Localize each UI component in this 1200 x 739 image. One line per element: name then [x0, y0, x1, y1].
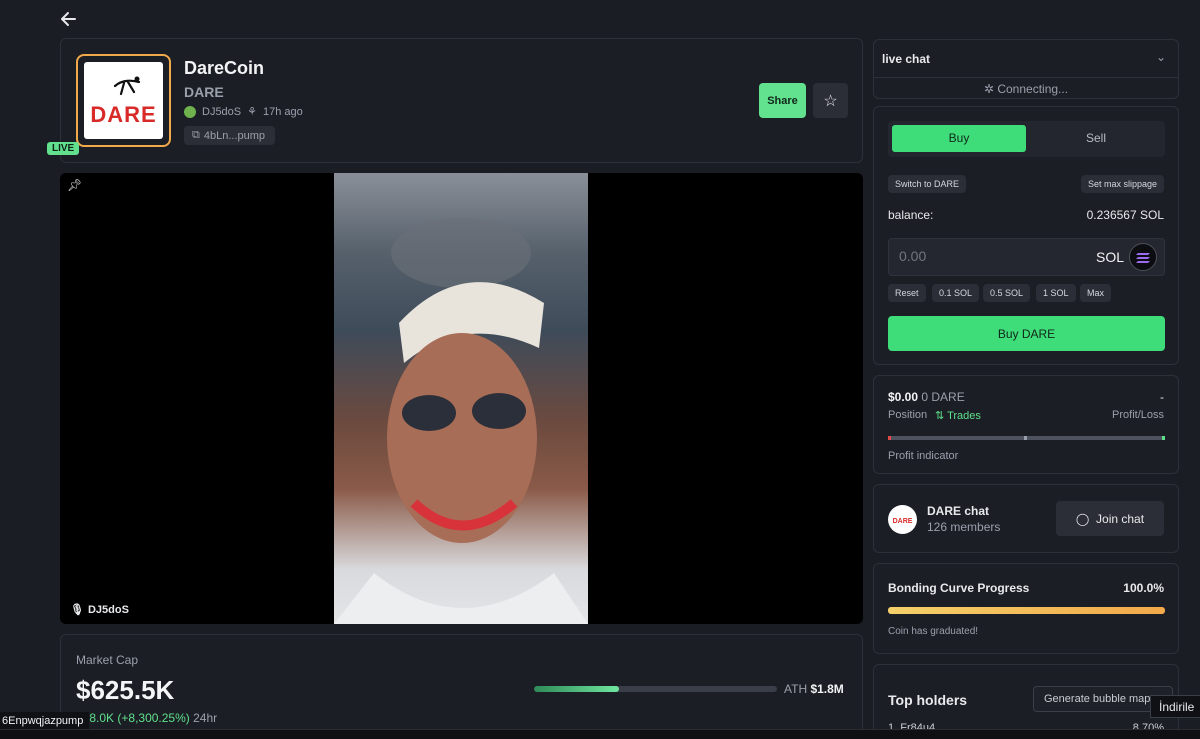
tab-buy[interactable]: Buy — [892, 125, 1026, 152]
group-avatar: DARE — [888, 505, 917, 534]
coin-ticker: DARE — [184, 84, 224, 100]
spinner-icon: ✲ — [983, 82, 994, 96]
profit-indicator-bar — [888, 436, 1165, 440]
bonding-curve-panel: Bonding Curve Progress 100.0% Coin has g… — [873, 563, 1179, 654]
list-icon: ⇅ — [935, 410, 945, 422]
microphone-icon: 🎙︎ — [70, 604, 84, 616]
live-chat-title: live chat — [882, 52, 931, 66]
coin-name: DareCoin — [184, 58, 265, 78]
position-label: Position — [888, 409, 928, 421]
streamer-label: 🎙︎ DJ5doS — [70, 603, 129, 617]
switch-token-button[interactable]: Switch to DARE — [888, 175, 967, 193]
position-value: $0.00 0 DARE — [888, 390, 965, 404]
trade-panel: Buy Sell Switch to DARE Set max slippage… — [873, 106, 1179, 365]
sprout-icon: ⚘ — [247, 106, 258, 118]
streamer-name: DJ5doS — [87, 603, 129, 616]
ath-value: $1.8M — [810, 682, 844, 696]
quick-0.5-sol-button[interactable]: 0.5 SOL — [983, 284, 1031, 302]
ath-label: ATH $1.8M — [784, 682, 844, 696]
position-panel: $0.00 0 DARE - Position ⇅ Trades Profit/… — [873, 375, 1179, 474]
diver-icon — [113, 76, 141, 96]
coin-age: 17h ago — [263, 105, 303, 118]
copy-icon: ⧉ — [192, 129, 200, 141]
quick-1-sol-button[interactable]: 1 SOL — [1036, 284, 1076, 302]
group-name: DARE chat — [927, 504, 990, 518]
quick-reset-button[interactable]: Reset — [888, 284, 926, 302]
bonding-progress-bar — [888, 607, 1165, 614]
chat-bubble-icon: ◯ — [1075, 511, 1090, 526]
change-period: 24hr — [193, 711, 218, 725]
live-chat-panel[interactable]: live chat ⌄ ✲ Connecting... — [873, 39, 1179, 99]
coin-header: DARE DareCoin DARE DJ5doS ⚘ 17h ago ⧉ 4b… — [60, 38, 863, 163]
bonding-value: 100.0% — [1123, 581, 1164, 595]
position-usd: $0.00 — [888, 390, 919, 404]
contract-address: 4bLn...pump — [203, 129, 266, 142]
ath-progress-bar — [534, 686, 777, 692]
market-cap-value: $625.5K — [76, 675, 175, 705]
profit-loss-label: Profit/Loss — [1112, 409, 1164, 421]
holders-title: Top holders — [888, 692, 968, 708]
video-frame — [334, 173, 588, 624]
amount-input[interactable]: 0.00 SOL — [888, 238, 1165, 276]
contract-copy-chip[interactable]: ⧉ 4bLn...pump — [184, 126, 276, 145]
trades-link[interactable]: ⇅ Trades — [935, 409, 981, 422]
quick-0.1-sol-button[interactable]: 0.1 SOL — [932, 284, 980, 302]
amount-placeholder[interactable]: 0.00 — [899, 248, 926, 264]
bottom-overlay-label: 6Enpwqjazpump — [0, 712, 90, 730]
favorite-star-icon[interactable]: ☆ — [813, 83, 848, 118]
balance-label: balance: — [888, 208, 934, 222]
chat-status-text: Connecting... — [997, 82, 1069, 96]
ath-progress-fill — [534, 686, 620, 692]
group-members: 126 members — [927, 520, 1001, 534]
creator-row: DJ5doS ⚘ 17h ago — [184, 105, 303, 118]
bonding-progress-fill — [888, 607, 1165, 614]
quick-max-button[interactable]: Max — [1080, 284, 1112, 302]
chevron-down-icon[interactable]: ⌄ — [1156, 50, 1166, 64]
buy-button[interactable]: Buy DARE — [888, 316, 1165, 351]
change-percent: (+8,300.25%) — [117, 711, 190, 725]
live-badge: LIVE — [47, 142, 80, 155]
ath-label-text: ATH — [784, 682, 808, 696]
coin-logo: DARE — [76, 54, 171, 147]
chat-status: ✲ Connecting... — [874, 77, 1178, 99]
profit-indicator-label: Profit indicator — [888, 450, 959, 462]
bonding-label: Bonding Curve Progress — [888, 581, 1030, 595]
trade-tabs: Buy Sell — [888, 121, 1165, 157]
profit-loss-value: - — [1160, 390, 1164, 404]
download-tooltip: İndirile — [1150, 695, 1200, 718]
pin-icon[interactable]: 📌︎ — [67, 178, 82, 192]
market-cap-panel: Market Cap $625.5K 618.0K (+8,300.25%) 2… — [60, 634, 863, 739]
top-holders-panel: Top holders Generate bubble map 1. Fr84u… — [873, 664, 1179, 739]
creator-avatar — [184, 105, 196, 118]
join-chat-button[interactable]: ◯ Join chat — [1056, 501, 1164, 536]
taskbar — [0, 729, 1200, 739]
market-cap-label: Market Cap — [76, 653, 139, 667]
tab-sell[interactable]: Sell — [1030, 125, 1162, 152]
logo-text: DARE — [90, 102, 157, 127]
solana-icon — [1129, 243, 1157, 271]
group-avatar-text: DARE — [892, 518, 913, 525]
join-chat-label: Join chat — [1096, 511, 1145, 526]
amount-unit: SOL — [1095, 249, 1124, 265]
livestream-video[interactable]: 📌︎ 🎙︎ DJ5doS — [60, 173, 863, 624]
group-chat-panel: DARE DARE chat 126 members ◯ Join chat — [873, 484, 1179, 553]
creator-name[interactable]: DJ5doS — [202, 106, 241, 118]
share-button[interactable]: Share — [759, 83, 806, 118]
back-arrow-icon[interactable] — [58, 9, 80, 29]
market-cap-change: 618.0K (+8,300.25%) 24hr — [76, 711, 217, 725]
balance-value: 0.236567 SOL — [1086, 208, 1164, 222]
position-tokens: 0 DARE — [921, 390, 965, 404]
trades-label: Trades — [947, 410, 981, 422]
bonding-note: Coin has graduated! — [888, 626, 979, 637]
max-slippage-button[interactable]: Set max slippage — [1080, 175, 1164, 193]
